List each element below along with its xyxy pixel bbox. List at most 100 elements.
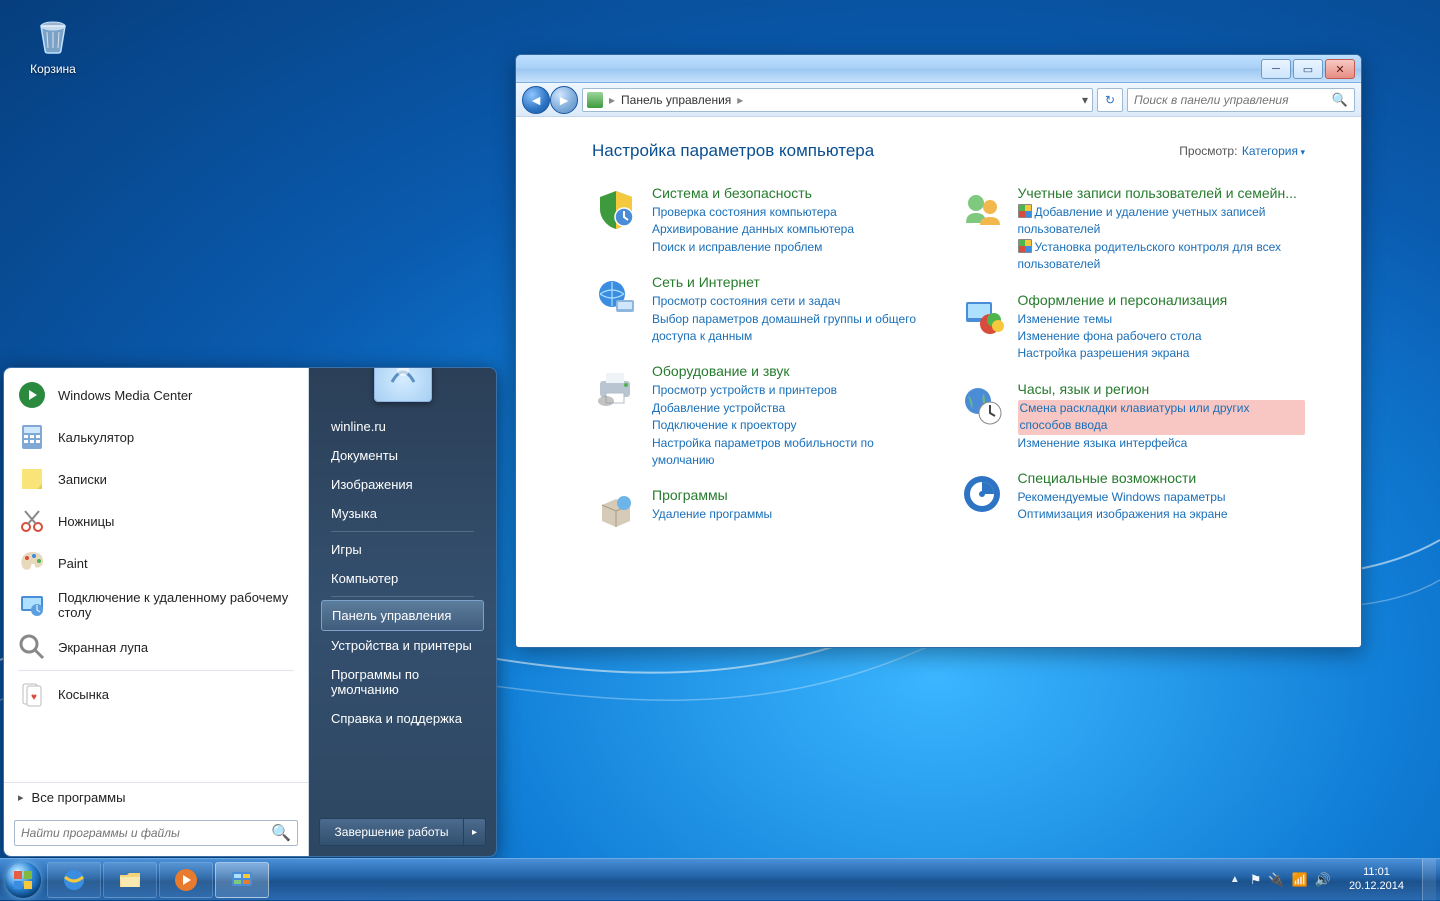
address-bar[interactable]: ▸ Панель управления ▸ ▾ bbox=[582, 88, 1093, 112]
category-title[interactable]: Специальные возможности bbox=[1018, 470, 1306, 486]
start-search-input[interactable] bbox=[21, 826, 271, 840]
category-link[interactable]: Проверка состояния компьютера bbox=[652, 204, 940, 221]
window-titlebar[interactable]: ─ ▭ ✕ bbox=[516, 55, 1361, 83]
action-center-icon[interactable]: ⚑ bbox=[1250, 872, 1262, 888]
ease-of-access-icon bbox=[958, 470, 1006, 518]
start-link-music[interactable]: Музыка bbox=[321, 499, 484, 528]
category-link[interactable]: Архивирование данных компьютера bbox=[652, 221, 940, 238]
category-hardware: Оборудование и звук Просмотр устройств и… bbox=[592, 363, 940, 469]
magnifier-icon bbox=[16, 631, 48, 663]
tray-overflow-button[interactable]: ▲ bbox=[1230, 874, 1240, 885]
category-link[interactable]: Настройка разрешения экрана bbox=[1018, 345, 1306, 362]
category-link[interactable]: Просмотр состояния сети и задач bbox=[652, 293, 940, 310]
start-prog-remote-desktop[interactable]: Подключение к удаленному рабочему столу bbox=[8, 584, 304, 626]
category-link[interactable]: Поиск и исправление проблем bbox=[652, 239, 940, 256]
start-link-games[interactable]: Игры bbox=[321, 535, 484, 564]
category-title[interactable]: Часы, язык и регион bbox=[1018, 381, 1306, 397]
start-link-pictures[interactable]: Изображения bbox=[321, 470, 484, 499]
view-dropdown[interactable]: Категория bbox=[1242, 144, 1305, 158]
start-link-default-programs[interactable]: Программы по умолчанию bbox=[321, 660, 484, 704]
category-ease-of-access: Специальные возможности Рекомендуемые Wi… bbox=[958, 470, 1306, 524]
taskbar-clock[interactable]: 11:01 20.12.2014 bbox=[1341, 866, 1412, 892]
start-menu: Windows Media Center Калькулятор Записки… bbox=[3, 367, 497, 857]
category-link[interactable]: Настройка параметров мобильности по умол… bbox=[652, 435, 940, 470]
category-title[interactable]: Система и безопасность bbox=[652, 185, 940, 201]
category-title[interactable]: Оформление и персонализация bbox=[1018, 292, 1306, 308]
taskbar-button-ie[interactable] bbox=[47, 862, 101, 898]
power-icon[interactable]: 🔌 bbox=[1268, 872, 1284, 888]
category-link[interactable]: Добавление устройства bbox=[652, 400, 940, 417]
start-link-computer[interactable]: Компьютер bbox=[321, 564, 484, 593]
start-button[interactable] bbox=[0, 859, 46, 901]
refresh-button[interactable]: ↻ bbox=[1097, 88, 1123, 112]
nav-toolbar: ◄ ► ▸ Панель управления ▸ ▾ ↻ 🔍 bbox=[516, 83, 1361, 117]
breadcrumb-separator: ▸ bbox=[737, 93, 743, 107]
shield-icon bbox=[592, 185, 640, 233]
category-title[interactable]: Сеть и Интернет bbox=[652, 274, 940, 290]
category-programs: Программы Удаление программы bbox=[592, 487, 940, 535]
category-link[interactable]: Выбор параметров домашней группы и общег… bbox=[652, 311, 940, 346]
start-link-documents[interactable]: Документы bbox=[321, 441, 484, 470]
calculator-icon bbox=[16, 421, 48, 453]
close-button[interactable]: ✕ bbox=[1325, 59, 1355, 79]
media-player-icon bbox=[173, 867, 199, 893]
desktop-icon-recycle-bin[interactable]: Корзина bbox=[18, 12, 88, 76]
start-prog-solitaire[interactable]: ♥Косынка bbox=[8, 673, 304, 715]
volume-icon[interactable]: 🔊 bbox=[1315, 872, 1331, 888]
taskbar-button-media-player[interactable] bbox=[159, 862, 213, 898]
start-menu-programs: Windows Media Center Калькулятор Записки… bbox=[4, 368, 308, 782]
category-link[interactable]: Рекомендуемые Windows параметры bbox=[1018, 489, 1306, 506]
address-dropdown-icon[interactable]: ▾ bbox=[1082, 93, 1088, 107]
category-link[interactable]: Оптимизация изображения на экране bbox=[1018, 506, 1306, 523]
category-link[interactable]: Удаление программы bbox=[652, 506, 940, 523]
user-avatar[interactable] bbox=[374, 367, 432, 402]
start-prog-sticky-notes[interactable]: Записки bbox=[8, 458, 304, 500]
category-title[interactable]: Учетные записи пользователей и семейн... bbox=[1018, 185, 1306, 201]
search-input[interactable] bbox=[1134, 93, 1332, 107]
system-tray: ▲ ⚑ 🔌 📶 🔊 11:01 20.12.2014 bbox=[1220, 859, 1440, 901]
category-link[interactable]: Изменение языка интерфейса bbox=[1018, 435, 1306, 452]
taskbar-button-control-panel[interactable] bbox=[215, 862, 269, 898]
category-title[interactable]: Оборудование и звук bbox=[652, 363, 940, 379]
users-icon bbox=[958, 185, 1006, 233]
start-prog-media-center[interactable]: Windows Media Center bbox=[8, 374, 304, 416]
category-title[interactable]: Программы bbox=[652, 487, 940, 503]
start-prog-snipping-tool[interactable]: Ножницы bbox=[8, 500, 304, 542]
start-link-user[interactable]: winline.ru bbox=[321, 412, 484, 441]
category-link-highlighted[interactable]: Смена раскладки клавиатуры или других сп… bbox=[1018, 400, 1306, 435]
scissors-icon bbox=[16, 505, 48, 537]
start-menu-all-programs[interactable]: Все программы bbox=[4, 782, 308, 812]
start-search-box[interactable]: 🔍 bbox=[14, 820, 298, 846]
show-desktop-button[interactable] bbox=[1422, 859, 1436, 901]
shutdown-options-button[interactable]: ▸ bbox=[464, 818, 486, 846]
category-link[interactable]: Установка родительского контроля для все… bbox=[1018, 239, 1306, 274]
view-label: Просмотр: bbox=[1179, 144, 1237, 158]
shutdown-button-group: Завершение работы ▸ bbox=[319, 818, 486, 846]
search-icon: 🔍 bbox=[1332, 92, 1348, 108]
control-panel-body: Настройка параметров компьютера Просмотр… bbox=[516, 117, 1361, 647]
start-orb-icon bbox=[5, 862, 41, 898]
nav-back-button[interactable]: ◄ bbox=[522, 86, 550, 114]
network-icon[interactable]: 📶 bbox=[1292, 872, 1308, 888]
category-link[interactable]: Изменение фона рабочего стола bbox=[1018, 328, 1306, 345]
start-prog-magnifier[interactable]: Экранная лупа bbox=[8, 626, 304, 668]
start-prog-calculator[interactable]: Калькулятор bbox=[8, 416, 304, 458]
recycle-bin-icon bbox=[31, 12, 75, 56]
start-link-control-panel[interactable]: Панель управления bbox=[321, 600, 484, 631]
start-menu-separator bbox=[18, 670, 294, 671]
category-link[interactable]: Подключение к проектору bbox=[652, 417, 940, 434]
category-link[interactable]: Изменение темы bbox=[1018, 311, 1306, 328]
category-link[interactable]: Добавление и удаление учетных записей по… bbox=[1018, 204, 1306, 239]
maximize-button[interactable]: ▭ bbox=[1293, 59, 1323, 79]
shutdown-button[interactable]: Завершение работы bbox=[319, 818, 464, 846]
search-box[interactable]: 🔍 bbox=[1127, 88, 1355, 112]
start-link-devices[interactable]: Устройства и принтеры bbox=[321, 631, 484, 660]
nav-forward-button[interactable]: ► bbox=[550, 86, 578, 114]
minimize-button[interactable]: ─ bbox=[1261, 59, 1291, 79]
taskbar-button-explorer[interactable] bbox=[103, 862, 157, 898]
breadcrumb-item[interactable]: Панель управления bbox=[621, 93, 731, 107]
start-prog-paint[interactable]: Paint bbox=[8, 542, 304, 584]
start-link-help[interactable]: Справка и поддержка bbox=[321, 704, 484, 733]
page-title: Настройка параметров компьютера bbox=[592, 141, 874, 161]
category-link[interactable]: Просмотр устройств и принтеров bbox=[652, 382, 940, 399]
